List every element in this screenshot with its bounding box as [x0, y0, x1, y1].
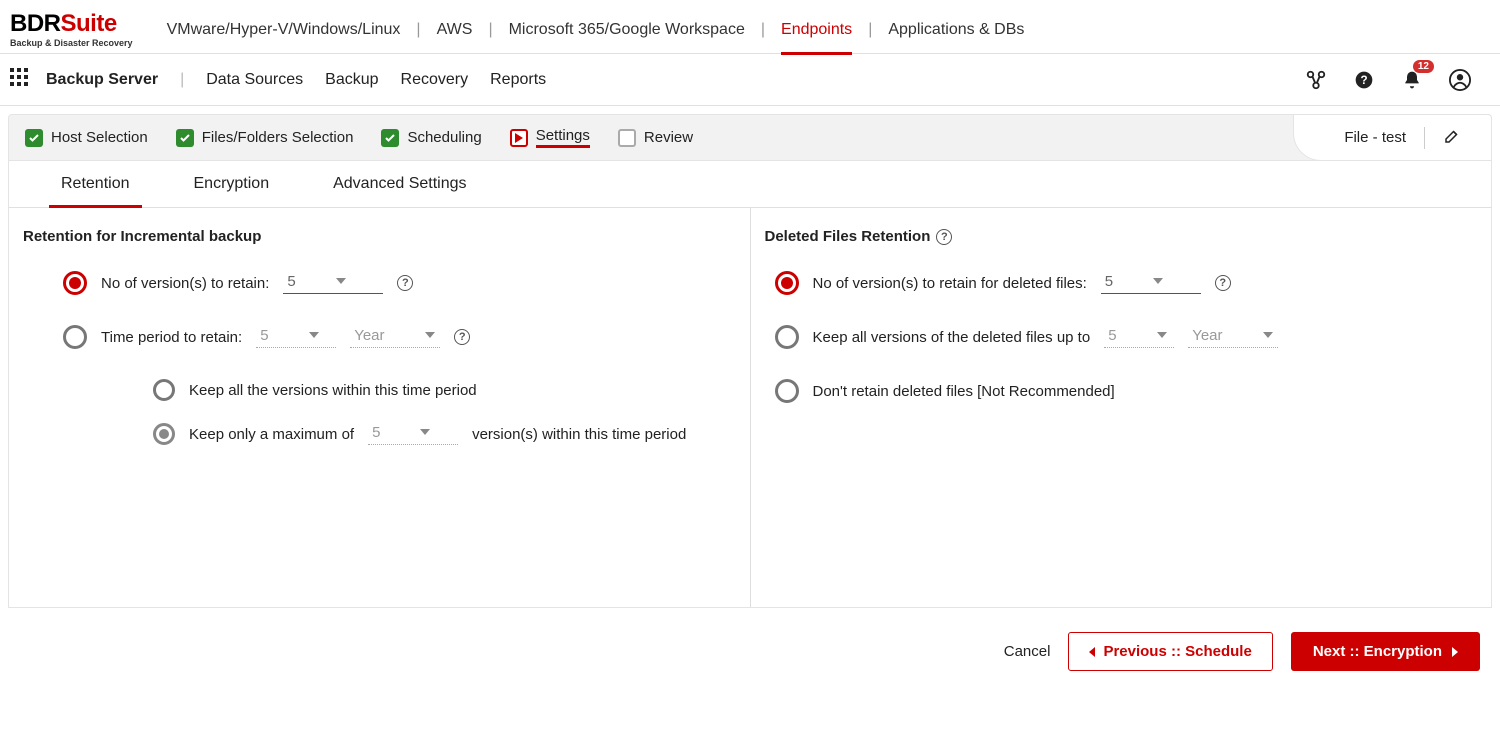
topnav-item-3[interactable]: Endpoints — [771, 7, 862, 53]
chevron-left-icon — [1089, 647, 1095, 657]
step-scheduling[interactable]: Scheduling — [381, 129, 481, 147]
step-checkbox-icon — [381, 129, 399, 147]
select-max-versions[interactable]: 5 — [368, 424, 458, 445]
section-title-left: Retention for Incremental backup — [23, 228, 736, 245]
content: Retention for Incremental backup No of v… — [8, 208, 1492, 608]
panel-deleted-retention: Deleted Files Retention ? No of version(… — [751, 208, 1492, 607]
radio-deleted-period[interactable] — [775, 325, 799, 349]
secondnav-item-2[interactable]: Recovery — [401, 71, 469, 89]
next-button[interactable]: Next :: Encryption — [1291, 632, 1480, 671]
job-name: File - test — [1344, 129, 1406, 146]
topnav-item-1[interactable]: AWS — [427, 7, 483, 53]
radio-dont-retain[interactable] — [775, 379, 799, 403]
select-versions-count[interactable]: 5 — [283, 273, 383, 294]
label-dont-retain: Don't retain deleted files [Not Recommen… — [813, 383, 1115, 400]
apps-grid-icon[interactable] — [10, 68, 28, 91]
topbar: BDRSuite Backup & Disaster Recovery VMwa… — [0, 0, 1500, 54]
previous-button[interactable]: Previous :: Schedule — [1068, 632, 1272, 671]
panel-incremental-retention: Retention for Incremental backup No of v… — [9, 208, 751, 607]
logo-tagline: Backup & Disaster Recovery — [10, 38, 133, 48]
radio-keep-max[interactable] — [153, 423, 175, 445]
notifications-icon[interactable]: 12 — [1400, 68, 1424, 92]
subtab-encryption[interactable]: Encryption — [182, 161, 282, 207]
logo-text-2: Suite — [61, 10, 117, 37]
step-label: Review — [644, 129, 693, 146]
subtab-advanced-settings[interactable]: Advanced Settings — [321, 161, 478, 207]
section-title-right: Deleted Files Retention ? — [765, 228, 1478, 245]
step-host-selection[interactable]: Host Selection — [25, 129, 148, 147]
step-label: Host Selection — [51, 129, 148, 146]
notification-badge: 12 — [1413, 60, 1434, 73]
svg-text:?: ? — [1360, 74, 1367, 87]
step-checkbox-icon — [176, 129, 194, 147]
radio-deleted-versions[interactable] — [775, 271, 799, 295]
topnav-item-2[interactable]: Microsoft 365/Google Workspace — [499, 7, 755, 53]
help-deleted-versions[interactable]: ? — [1215, 275, 1231, 291]
label-keep-max-prefix: Keep only a maximum of — [189, 426, 354, 443]
select-deleted-period-count[interactable]: 5 — [1104, 327, 1174, 348]
step-label: Settings — [536, 127, 590, 148]
secondnav-item-0[interactable]: Data Sources — [206, 71, 303, 89]
step-checkbox-icon — [510, 129, 528, 147]
logo-text-1: BDR — [10, 10, 61, 37]
secondnav-item-3[interactable]: Reports — [490, 71, 546, 89]
help-icon[interactable]: ? — [1352, 68, 1376, 92]
label-deleted-period: Keep all versions of the deleted files u… — [813, 329, 1091, 346]
step-checkbox-icon — [618, 129, 636, 147]
radio-time-period[interactable] — [63, 325, 87, 349]
radio-versions-retain[interactable] — [63, 271, 87, 295]
step-label: Files/Folders Selection — [202, 129, 354, 146]
label-versions-retain: No of version(s) to retain: — [101, 275, 269, 292]
topnav: VMware/Hyper-V/Windows/Linux|AWS|Microso… — [157, 7, 1035, 53]
secondnav-item-1[interactable]: Backup — [325, 71, 378, 89]
select-deleted-count[interactable]: 5 — [1101, 273, 1201, 294]
secondbar: Backup Server | Data SourcesBackupRecove… — [0, 54, 1500, 106]
footer: Cancel Previous :: Schedule Next :: Encr… — [0, 608, 1500, 695]
step-files-folders-selection[interactable]: Files/Folders Selection — [176, 129, 354, 147]
radio-keep-all[interactable] — [153, 379, 175, 401]
wizard-jobname-area: File - test — [1293, 114, 1492, 161]
server-title: Backup Server — [46, 71, 158, 89]
help-time-period[interactable]: ? — [454, 329, 470, 345]
select-period-count[interactable]: 5 — [256, 327, 336, 348]
edit-icon[interactable] — [1443, 127, 1461, 149]
help-deleted-title[interactable]: ? — [936, 229, 952, 245]
topnav-item-4[interactable]: Applications & DBs — [878, 7, 1034, 53]
label-keep-max-suffix: version(s) within this time period — [472, 426, 686, 443]
wizard-bar: Host Selection Files/Folders Selection Sch… — [8, 114, 1492, 161]
step-label: Scheduling — [407, 129, 481, 146]
user-icon[interactable] — [1448, 68, 1472, 92]
topnav-item-0[interactable]: VMware/Hyper-V/Windows/Linux — [157, 7, 411, 53]
select-period-unit[interactable]: Year — [350, 327, 440, 348]
step-review[interactable]: Review — [618, 129, 693, 147]
select-deleted-period-unit[interactable]: Year — [1188, 327, 1278, 348]
label-time-period: Time period to retain: — [101, 329, 242, 346]
label-deleted-versions: No of version(s) to retain for deleted f… — [813, 275, 1087, 292]
cancel-button[interactable]: Cancel — [1004, 643, 1051, 660]
chevron-right-icon — [1452, 647, 1458, 657]
subtabs: Retention Encryption Advanced Settings — [8, 161, 1492, 208]
subtab-retention[interactable]: Retention — [49, 161, 142, 207]
step-settings[interactable]: Settings — [510, 127, 590, 148]
step-checkbox-icon — [25, 129, 43, 147]
label-keep-all: Keep all the versions within this time p… — [189, 382, 477, 399]
help-versions[interactable]: ? — [397, 275, 413, 291]
cluster-icon[interactable] — [1304, 68, 1328, 92]
logo[interactable]: BDRSuite Backup & Disaster Recovery — [10, 12, 133, 48]
